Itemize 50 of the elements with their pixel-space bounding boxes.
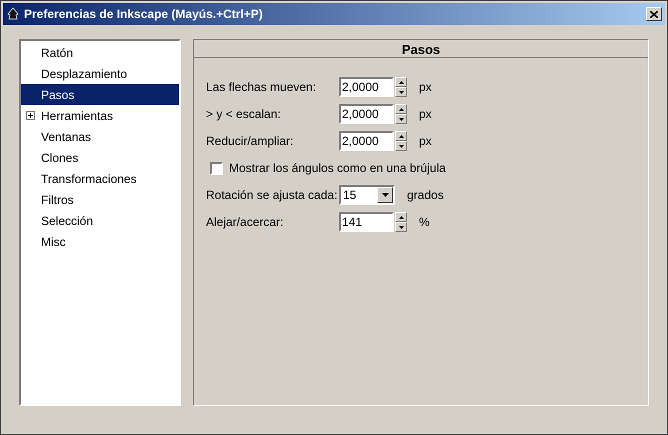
down-arrow-icon (398, 118, 404, 120)
tree-item[interactable]: Desplazamiento (21, 63, 179, 84)
dropdown[interactable]: 15 (339, 185, 395, 205)
tree-item[interactable]: Pasos (21, 84, 179, 105)
down-arrow-icon (398, 226, 404, 228)
up-arrow-icon (398, 216, 404, 218)
up-arrow-icon (398, 108, 404, 110)
unit-label: px (419, 133, 432, 150)
field-label: Las flechas mueven: (206, 79, 318, 96)
unit-label: px (419, 79, 432, 96)
spin-down-button[interactable] (395, 114, 407, 124)
checkbox[interactable] (210, 162, 223, 174)
close-icon (650, 10, 658, 18)
spin-field[interactable]: 2,0000 (339, 131, 394, 151)
caret-icon (377, 187, 393, 203)
spin-field[interactable]: 141 (339, 212, 394, 232)
expand-icon[interactable] (26, 111, 34, 120)
field-label: Reducir/ampliar: (206, 133, 294, 150)
spin-up-button[interactable] (395, 77, 407, 87)
close-button[interactable] (646, 7, 662, 21)
spin-down-button[interactable] (395, 87, 407, 97)
tree-item[interactable]: Ventanas (21, 126, 179, 147)
down-arrow-icon (398, 144, 404, 148)
spin-up-button[interactable] (395, 131, 407, 141)
spin-down-button[interactable] (395, 141, 407, 151)
unit-label: grados (407, 187, 444, 204)
down-arrow-icon (398, 90, 404, 94)
spin-field[interactable]: 2,0000 (339, 77, 394, 97)
unit-label: % (419, 214, 430, 231)
tree-item[interactable]: Misc (21, 231, 179, 252)
field-label: Rotación se ajusta cada: (206, 187, 338, 204)
tree-item[interactable]: Filtros (21, 189, 179, 210)
spin-down-button[interactable] (395, 222, 407, 232)
tree-item[interactable]: Clones (21, 147, 179, 168)
tree-item[interactable]: Selección (21, 210, 179, 231)
tree-item[interactable]: Transformaciones (21, 168, 179, 189)
spin-field[interactable]: 2,0000 (339, 104, 394, 124)
app-logo-icon (6, 7, 20, 21)
unit-label: px (419, 106, 432, 123)
field-label: > y < escalan: (206, 106, 282, 123)
up-arrow-icon (398, 80, 404, 84)
spin-up-button[interactable] (395, 212, 407, 222)
spin-up-button[interactable] (395, 104, 407, 114)
field-label: Alejar/acercar: (206, 214, 284, 231)
panel-title: Pasos (194, 40, 648, 58)
tree-item[interactable]: Ratón (21, 42, 179, 63)
window-title: Preferencias de Inkscape (Mayús.+Ctrl+P) (24, 6, 263, 23)
tree-item[interactable]: Herramientas (21, 105, 179, 126)
checkbox-label: Mostrar los ángulos como en una brújula (229, 160, 446, 177)
up-arrow-icon (398, 134, 404, 138)
